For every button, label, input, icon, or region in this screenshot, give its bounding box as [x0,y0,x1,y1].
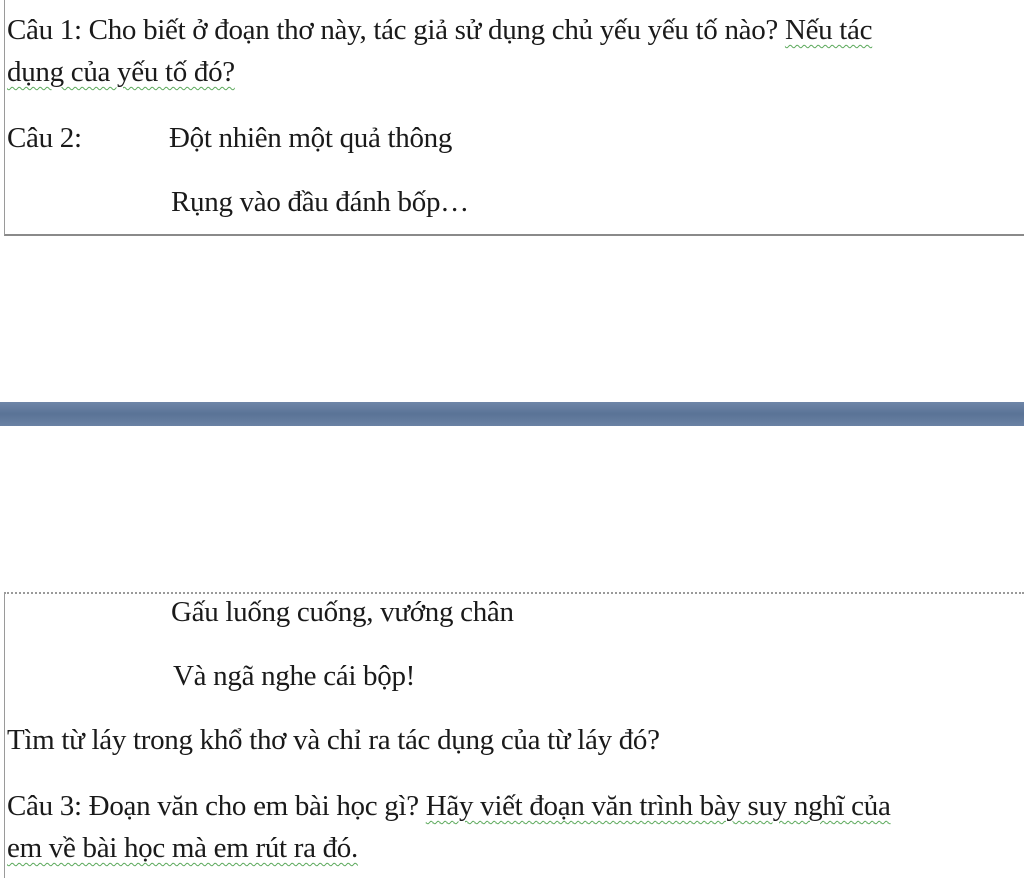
page-gap-top [0,236,1024,402]
question-1-line-2: dụng của yếu tố đó? [7,54,235,90]
page-separator [0,402,1024,426]
poem-verse-3: Gấu luống cuống, vướng chân [171,596,514,628]
page-2-top: Gấu luống cuống, vướng chân Và ngã nghe … [4,592,1024,878]
grammar-marked-text[interactable]: em về bài học mà em rút ra đó. [7,832,358,864]
question-1-line-1: Câu 1: Cho biết ở đoạn thơ này, tác giả … [7,12,873,48]
poem-verse-1: Đột nhiên một quả thông [169,122,453,154]
grammar-marked-text[interactable]: Nếu tác [785,14,873,46]
question-3-line-2: em về bài học mà em rút ra đó. [7,830,358,866]
grammar-marked-text[interactable]: Hãy viết đoạn văn trình bày suy nghĩ của [426,790,891,822]
poem-verse-4: Và ngã nghe cái bộp! [173,660,416,692]
question-1-text: Câu 1: Cho biết ở đoạn thơ này, tác giả … [7,14,785,46]
question-2-label: Câu 2: [7,122,82,154]
question-2-prompt: Tìm từ láy trong khổ thơ và chỉ ra tác d… [7,724,660,756]
page-1-bottom: Câu 1: Cho biết ở đoạn thơ này, tác giả … [4,0,1024,236]
grammar-marked-text[interactable]: dụng của yếu tố đó? [7,56,235,88]
page-gap-bottom [0,426,1024,592]
poem-verse-2: Rụng vào đầu đánh bốp… [171,186,469,218]
question-3-text: Câu 3: Đoạn văn cho em bài học gì? [7,790,426,822]
question-3-line-1: Câu 3: Đoạn văn cho em bài học gì? Hãy v… [7,788,891,824]
